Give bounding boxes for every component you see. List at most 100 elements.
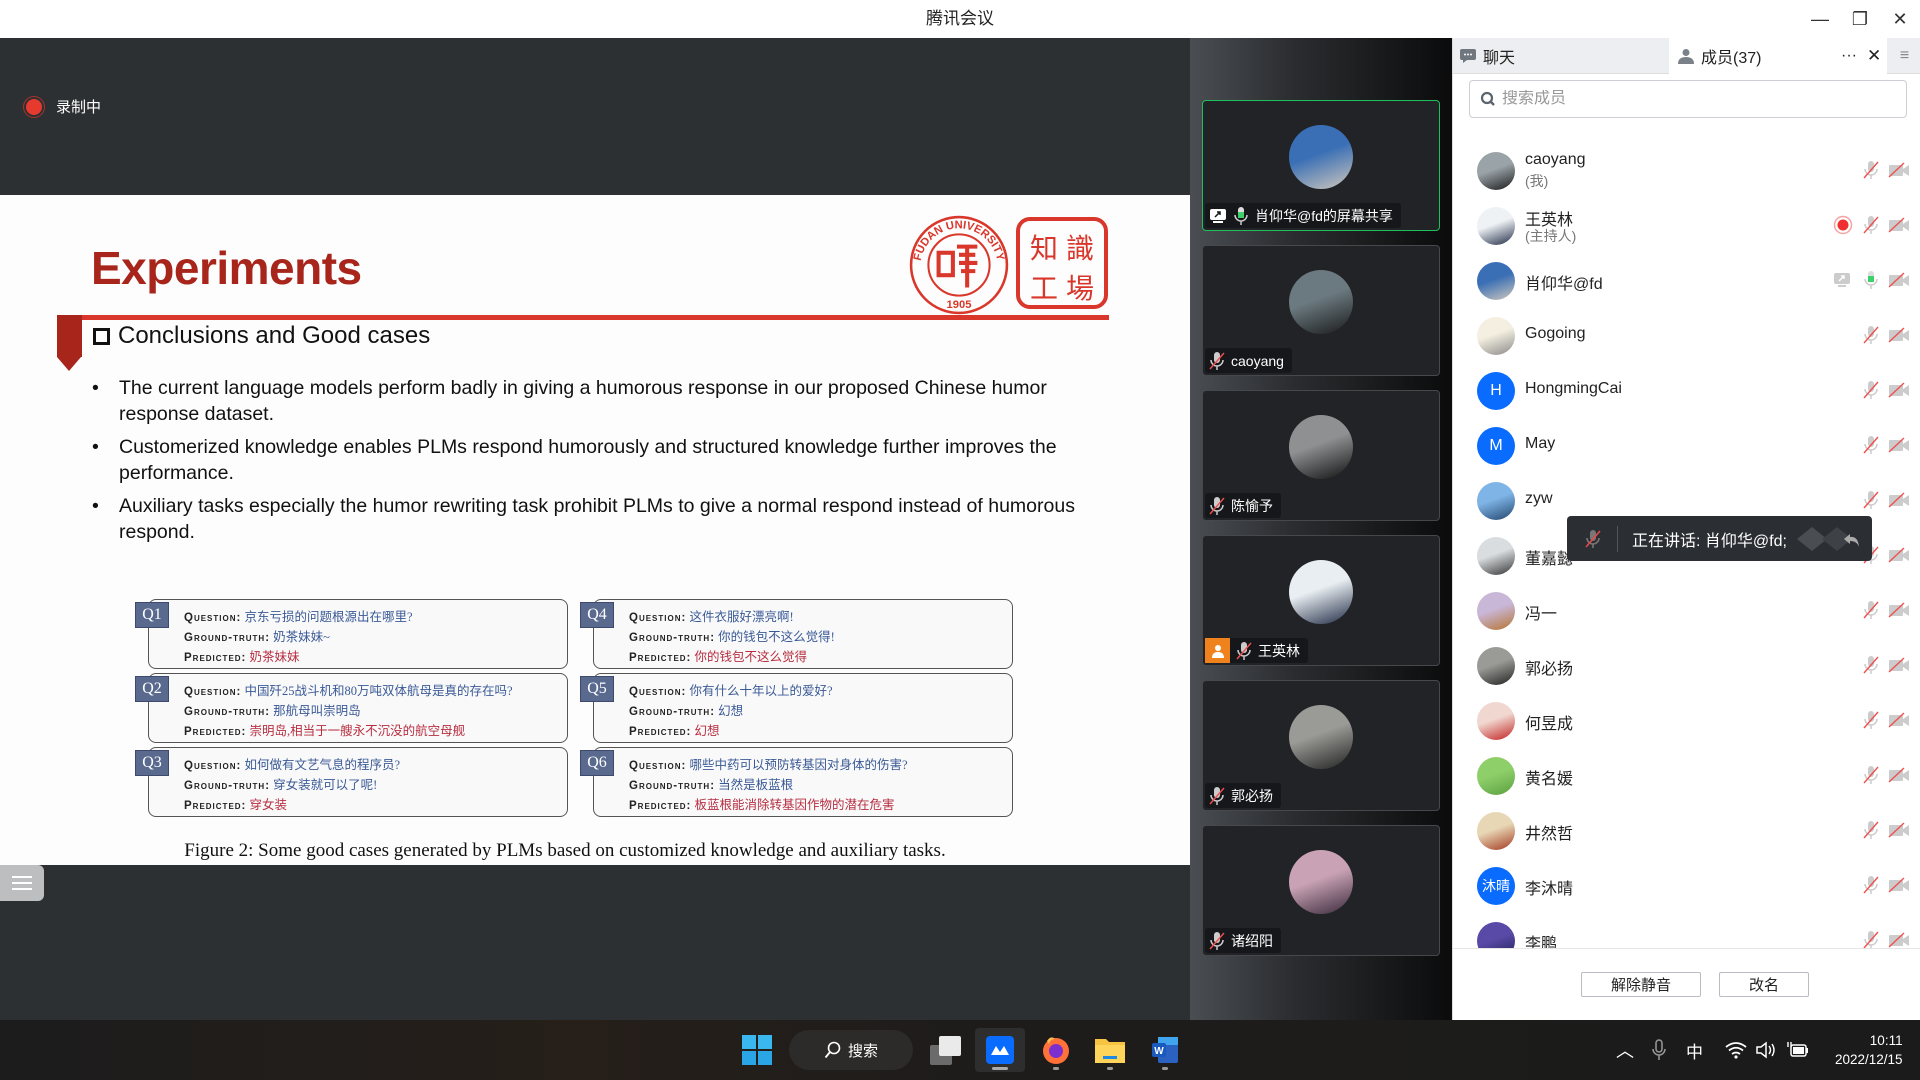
- member-mic-toggle[interactable]: [1860, 819, 1882, 841]
- restore-button[interactable]: ❐: [1840, 0, 1880, 38]
- taskbar-search[interactable]: 搜索: [789, 1030, 913, 1070]
- member-mic-toggle[interactable]: [1860, 764, 1882, 786]
- member-mic-toggle[interactable]: [1860, 929, 1882, 948]
- battery-charging-icon[interactable]: [1787, 1041, 1809, 1059]
- member-mic-toggle[interactable]: [1860, 874, 1882, 896]
- wifi-icon[interactable]: [1725, 1041, 1747, 1059]
- member-row[interactable]: 沐晴 李沐晴: [1453, 858, 1920, 913]
- tab-chat-label: 聊天: [1483, 50, 1516, 67]
- video-tile[interactable]: 郭必扬: [1202, 680, 1440, 811]
- member-mic-toggle[interactable]: [1860, 159, 1882, 181]
- member-camera-toggle[interactable]: [1888, 764, 1910, 786]
- member-name: 冯一: [1525, 606, 1558, 623]
- tab-members[interactable]: 成员(37) ··· ✕: [1669, 38, 1887, 74]
- title-divider: [57, 315, 1109, 320]
- member-avatar: [1477, 921, 1515, 948]
- member-row[interactable]: 何昱成: [1453, 693, 1920, 748]
- unmute-button[interactable]: 解除静音: [1581, 972, 1701, 997]
- bullet-item: Auxiliary tasks especially the humor rew…: [92, 493, 1102, 545]
- file-explorer-app[interactable]: [1090, 1028, 1130, 1072]
- member-row[interactable]: 郭必扬: [1453, 638, 1920, 693]
- member-camera-toggle[interactable]: [1888, 324, 1910, 346]
- member-row[interactable]: M May: [1453, 418, 1920, 473]
- case-ground-truth: 穿女装就可以了呢!: [273, 778, 378, 792]
- svg-text:W: W: [1154, 1046, 1164, 1057]
- ime-indicator[interactable]: 中: [1686, 1038, 1703, 1063]
- tooltip-divider: [1617, 525, 1618, 552]
- member-mic-toggle[interactable]: [1860, 324, 1882, 346]
- case-question: 这件衣服好漂亮啊!: [689, 610, 794, 624]
- case-predicted-row: Predicted: 崇明岛,相当于一艘永不沉没的航空母舰: [184, 720, 465, 739]
- volume-icon[interactable]: [1755, 1041, 1777, 1059]
- member-mic-toggle[interactable]: [1860, 599, 1882, 621]
- more-options-button[interactable]: ···: [1841, 47, 1857, 65]
- microphone-muted-icon: [1863, 436, 1879, 454]
- video-tile[interactable]: 诸绍阳: [1202, 825, 1440, 956]
- member-mic-toggle[interactable]: [1860, 709, 1882, 731]
- recording-indicator[interactable]: 录制中: [26, 96, 101, 117]
- zhishi-gongchang-seal-logo: 知 識 工 場: [1016, 217, 1108, 309]
- case-ground-truth: 幻想: [718, 704, 744, 718]
- slide-outline-button[interactable]: [0, 865, 44, 901]
- case-ground-truth-row: Ground-truth: 当然是板蓝根: [629, 774, 793, 793]
- member-camera-toggle[interactable]: [1888, 819, 1910, 841]
- member-row[interactable]: 李鹏: [1453, 913, 1920, 948]
- member-camera-toggle[interactable]: [1888, 874, 1910, 896]
- member-mic-toggle[interactable]: [1860, 434, 1882, 456]
- clock[interactable]: 10:11 2022/12/15: [1835, 1031, 1903, 1069]
- video-tile[interactable]: caoyang: [1202, 245, 1440, 376]
- member-camera-toggle[interactable]: [1888, 214, 1910, 236]
- member-camera-toggle[interactable]: [1888, 654, 1910, 676]
- member-mic-toggle[interactable]: [1860, 489, 1882, 511]
- close-window-button[interactable]: ✕: [1880, 0, 1920, 38]
- firefox-app[interactable]: [1036, 1028, 1076, 1072]
- member-row[interactable]: caoyang (我): [1453, 143, 1920, 198]
- qa-case-card: Q4 Question: 这件衣服好漂亮啊! Ground-truth: 你的钱包不…: [580, 599, 1013, 669]
- video-tile[interactable]: 王英林: [1202, 535, 1440, 666]
- reply-icon[interactable]: [1792, 524, 1862, 554]
- member-row[interactable]: 冯一: [1453, 583, 1920, 638]
- member-camera-toggle[interactable]: [1888, 269, 1910, 291]
- member-search-box[interactable]: [1469, 80, 1907, 118]
- participant-nametag: 郭必扬: [1205, 783, 1281, 808]
- member-row[interactable]: 黄名媛: [1453, 748, 1920, 803]
- question-label: Question:: [629, 760, 687, 772]
- minimize-button[interactable]: —: [1800, 0, 1840, 38]
- rename-button[interactable]: 改名: [1719, 972, 1809, 997]
- show-hidden-icons-chevron-up-icon[interactable]: ︿: [1610, 1037, 1640, 1063]
- panel-menu-button[interactable]: ≡: [1888, 38, 1920, 74]
- video-tile[interactable]: 陈愉予: [1202, 390, 1440, 521]
- member-camera-toggle[interactable]: [1888, 599, 1910, 621]
- member-mic-toggle[interactable]: [1860, 379, 1882, 401]
- member-row[interactable]: 王英林 (主持人): [1453, 198, 1920, 253]
- start-button[interactable]: [738, 1028, 776, 1072]
- camera-off-icon: [1888, 217, 1909, 233]
- case-question: 中国歼25战斗机和80万吨双体航母是真的存在吗?: [244, 684, 513, 698]
- microphone-muted-icon: [1863, 326, 1879, 344]
- video-tile[interactable]: 肖仰华@fd的屏幕共享: [1202, 100, 1440, 231]
- microphone-icon[interactable]: [1652, 1039, 1666, 1061]
- member-row[interactable]: H HongmingCai: [1453, 363, 1920, 418]
- member-row[interactable]: Gogoing: [1453, 308, 1920, 363]
- tencent-meeting-app[interactable]: [975, 1028, 1025, 1072]
- word-app[interactable]: W: [1145, 1028, 1185, 1072]
- close-panel-button[interactable]: ✕: [1867, 46, 1881, 66]
- member-search-input[interactable]: [1502, 90, 1882, 108]
- member-camera-toggle[interactable]: [1888, 929, 1910, 948]
- member-camera-toggle[interactable]: [1888, 159, 1910, 181]
- member-mic-toggle[interactable]: [1860, 269, 1882, 291]
- member-camera-toggle[interactable]: [1888, 379, 1910, 401]
- task-view-button[interactable]: [928, 1028, 964, 1072]
- member-mic-toggle[interactable]: [1860, 654, 1882, 676]
- member-name: 董嘉懿: [1525, 551, 1574, 568]
- list-icon-line: [12, 882, 32, 884]
- member-camera-toggle[interactable]: [1888, 434, 1910, 456]
- member-row[interactable]: 肖仰华@fd: [1453, 253, 1920, 308]
- member-camera-toggle[interactable]: [1888, 489, 1910, 511]
- case-tag: Q5: [580, 676, 614, 702]
- member-camera-toggle[interactable]: [1888, 709, 1910, 731]
- member-mic-toggle[interactable]: [1860, 214, 1882, 236]
- member-row[interactable]: 井然哲: [1453, 803, 1920, 858]
- member-camera-toggle[interactable]: [1888, 544, 1910, 566]
- tab-chat[interactable]: 聊天: [1453, 38, 1668, 74]
